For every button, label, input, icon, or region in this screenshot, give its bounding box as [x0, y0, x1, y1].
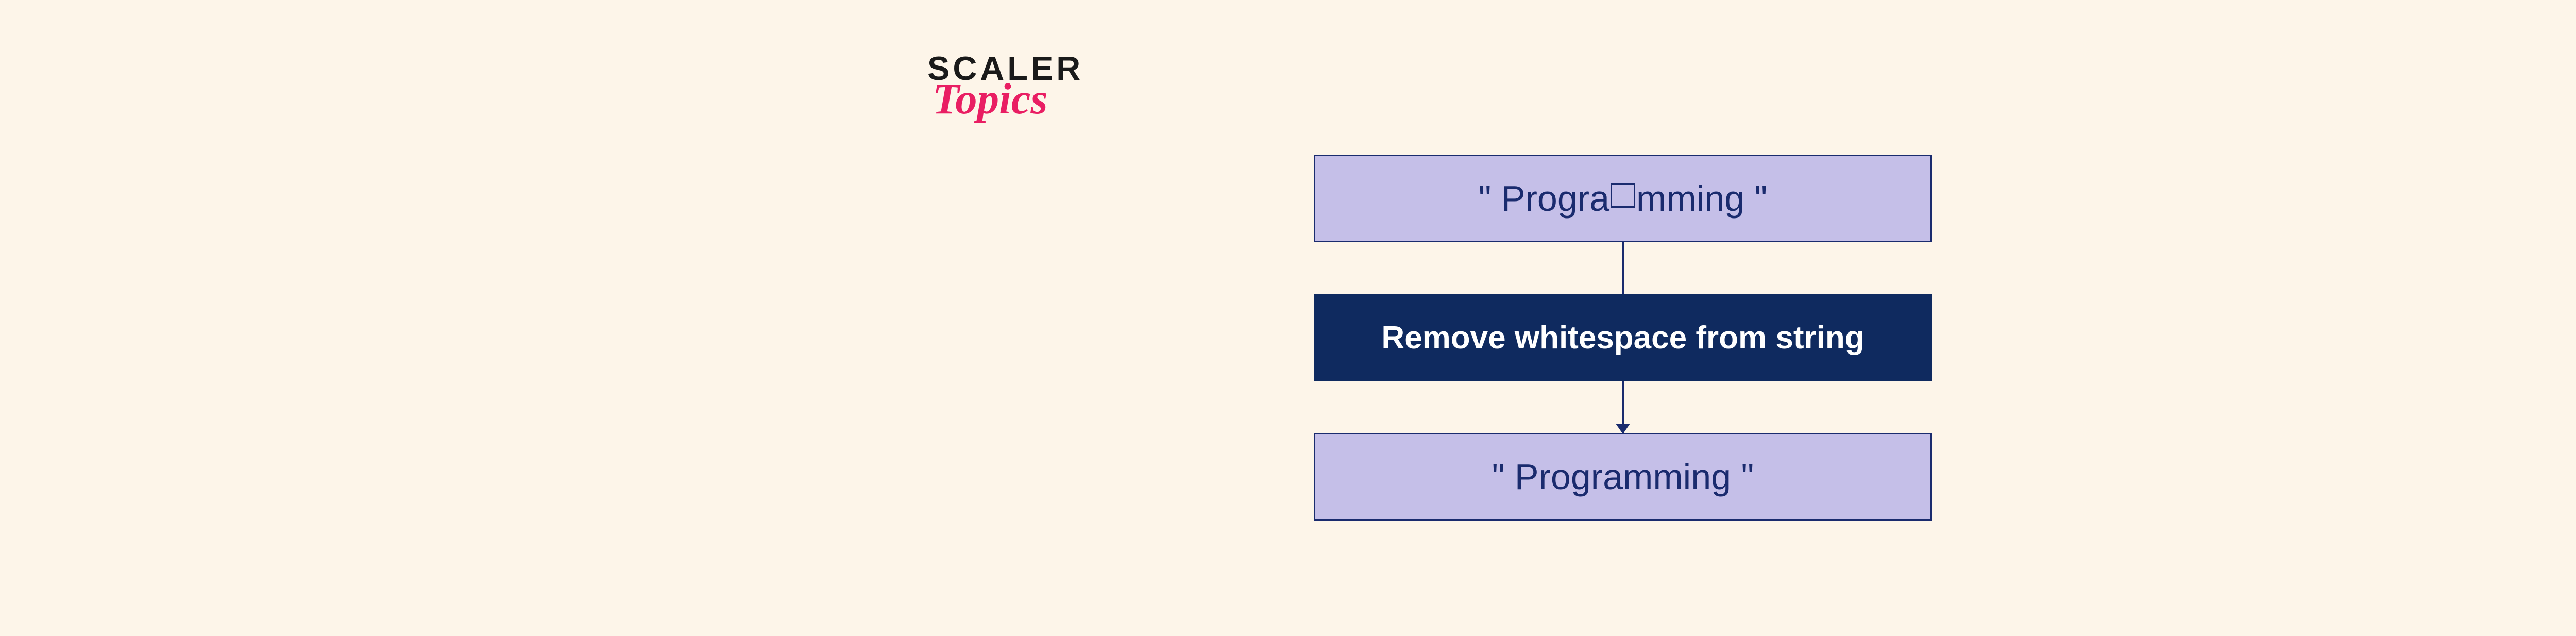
arrow-connector-1: [1622, 242, 1624, 294]
input-prefix: " Progra: [1479, 178, 1609, 219]
input-string-box: " Progra mming ": [1314, 155, 1932, 242]
output-string-box: " Programming ": [1314, 433, 1932, 521]
arrow-head-icon: [1616, 424, 1630, 434]
flowchart-diagram: " Progra mming " Remove whitespace from …: [1314, 155, 1932, 521]
logo-topics-text: Topics: [933, 77, 1048, 121]
operation-label: Remove whitespace from string: [1381, 320, 1864, 356]
whitespace-character-box: [1611, 183, 1635, 208]
arrow-connector-2: [1622, 381, 1624, 433]
input-string-text: " Progra mming ": [1479, 178, 1768, 219]
input-suffix: mming ": [1636, 178, 1767, 219]
scaler-topics-logo: SCALER Topics: [927, 52, 1083, 121]
operation-box: Remove whitespace from string: [1314, 294, 1932, 381]
output-string-text: " Programming ": [1492, 456, 1754, 497]
